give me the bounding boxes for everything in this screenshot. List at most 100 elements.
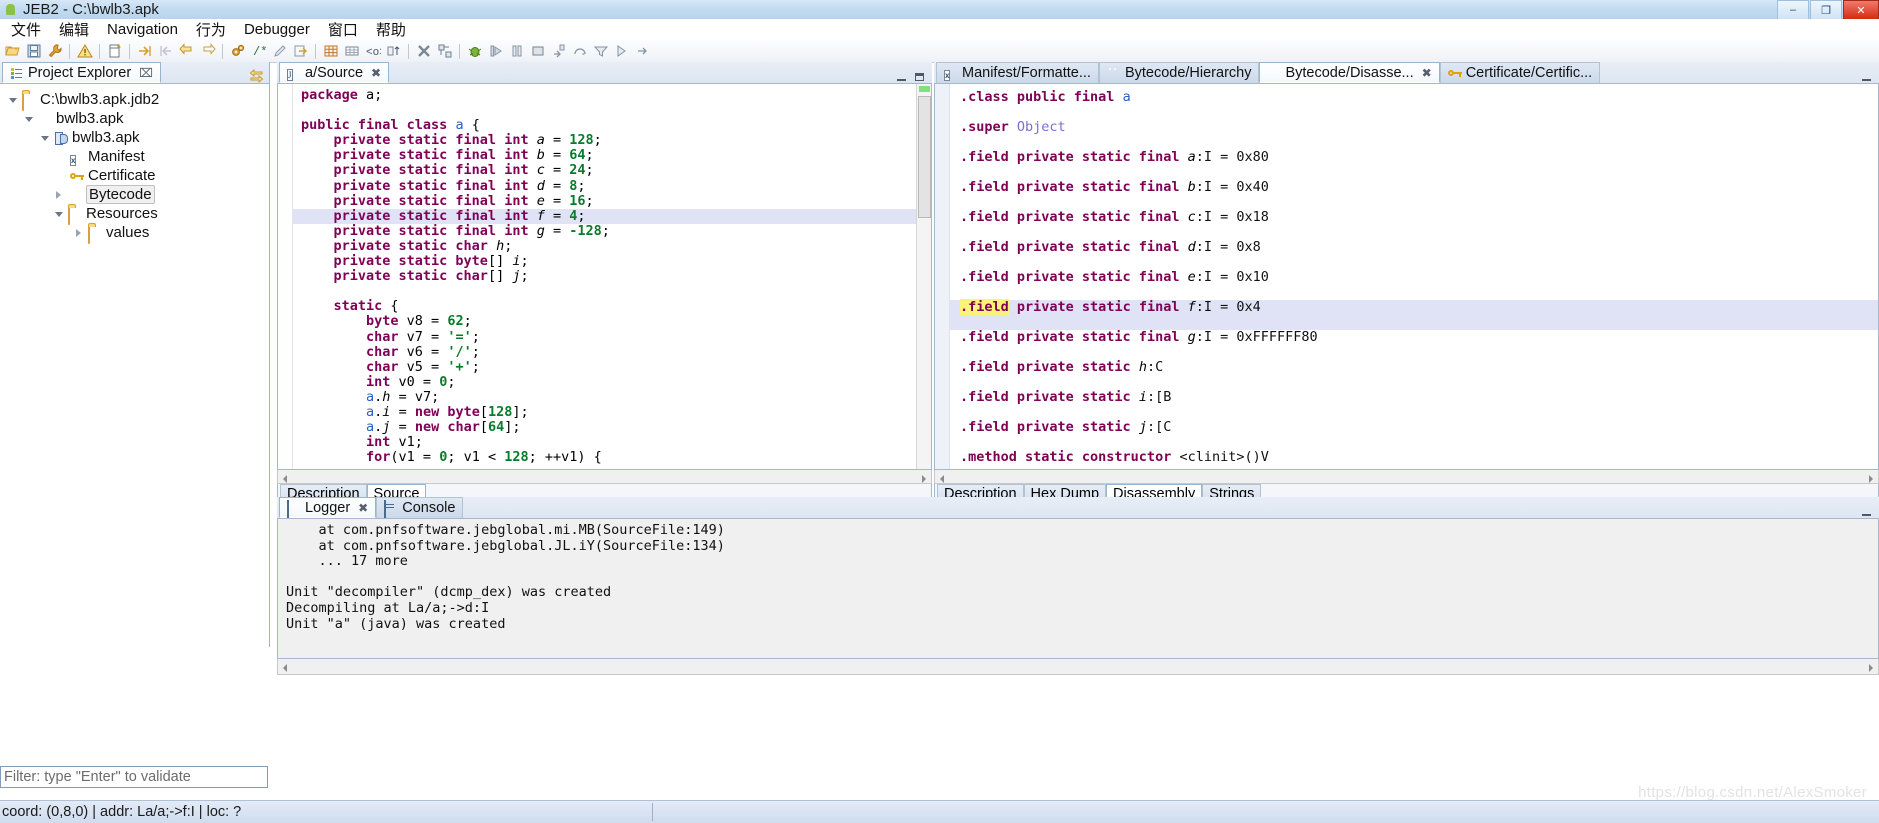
step-filter-icon[interactable] (591, 42, 610, 61)
code-token: h (1138, 359, 1147, 375)
bytecode-editor[interactable]: .class public final a .super Object .field… (934, 84, 1879, 470)
scroll-left-icon[interactable] (937, 471, 947, 483)
tree-item-apk-unit[interactable]: bwlb3.apk (4, 128, 269, 147)
minimize-icon[interactable] (1861, 72, 1873, 83)
logger-horizontal-scrollbar[interactable] (277, 659, 1879, 675)
close-icon[interactable]: ✖ (1422, 66, 1432, 80)
tab-manifest-formatted[interactable]: x Manifest/Formatte... (936, 62, 1099, 83)
table-icon[interactable] (321, 42, 340, 61)
grid-icon[interactable] (342, 42, 361, 61)
maximize-icon[interactable] (914, 72, 926, 83)
bytecode-code-area[interactable]: .class public final a .super Object .field… (950, 84, 1878, 469)
source-editor[interactable]: package a; public final class a { privat… (277, 84, 932, 470)
code-token: 64 (569, 147, 586, 164)
tab-project-explorer[interactable]: Project Explorer ⌧ (2, 62, 161, 83)
code-token: ; (520, 253, 529, 270)
link-with-editor-icon[interactable] (249, 68, 264, 84)
bytecode-horizontal-scrollbar[interactable] (934, 470, 1879, 484)
menu-file[interactable]: 文件 (2, 18, 50, 41)
menu-edit[interactable]: 编辑 (50, 18, 98, 41)
menu-window[interactable]: 窗口 (319, 18, 367, 41)
close-icon[interactable]: ⌧ (139, 66, 153, 80)
pause-icon[interactable] (507, 42, 526, 61)
comment-icon[interactable]: /* (249, 42, 268, 61)
twisty-closed-icon[interactable] (54, 190, 64, 200)
code-token: :I = 0xFFFFFF80 (1195, 329, 1318, 345)
source-tabstrip: J a/Source ✖ (277, 62, 932, 84)
tree-item-manifest[interactable]: x Manifest (4, 147, 269, 166)
back-arrow-icon[interactable] (177, 42, 196, 61)
tab-console[interactable]: Console (376, 497, 464, 518)
tree-item-values[interactable]: values (4, 223, 269, 244)
twisty-open-icon[interactable] (54, 209, 64, 219)
code-token: ; (585, 147, 594, 164)
tree-item-resources[interactable]: Resources (4, 204, 269, 225)
tab-bytecode-disassembly[interactable]: Bytecode/Disasse... ✖ (1259, 62, 1440, 83)
menu-navigation[interactable]: Navigation (98, 20, 187, 39)
code-token: .field private static final (960, 239, 1188, 255)
window-close-button[interactable]: ✕ (1843, 0, 1879, 20)
forward-arrow-icon[interactable] (198, 42, 217, 61)
source-scroll-thumb[interactable] (918, 96, 931, 218)
scroll-left-icon[interactable] (280, 471, 290, 483)
twisty-open-icon[interactable] (8, 95, 18, 105)
rename-icon[interactable] (270, 42, 289, 61)
tab-logger[interactable]: Logger ✖ (279, 497, 377, 518)
scroll-right-icon[interactable] (1866, 471, 1876, 483)
source-vertical-scrollbar[interactable] (916, 84, 931, 469)
window-maximize-button[interactable]: ❐ (1810, 0, 1842, 20)
code-line: .field private static h:C (950, 360, 1878, 390)
minimize-icon[interactable] (896, 72, 908, 83)
tab-certificate[interactable]: Certificate/Certific... (1439, 62, 1601, 83)
save-icon[interactable] (24, 42, 43, 61)
code-line: .field private static final g:I = 0xFFFF… (950, 330, 1878, 360)
goto-forward-icon[interactable] (135, 42, 154, 61)
open-icon[interactable] (3, 42, 22, 61)
step-return-icon[interactable] (549, 42, 568, 61)
terminate-icon[interactable] (414, 42, 433, 61)
code-line: .field private static final e:I = 0x10 (950, 270, 1878, 300)
twisty-open-icon[interactable] (24, 114, 34, 124)
scroll-right-icon[interactable] (919, 471, 929, 483)
step-over-icon[interactable] (570, 42, 589, 61)
tab-bytecode-disassembly-label: Bytecode/Disasse... (1285, 64, 1414, 81)
filter-input[interactable]: Filter: type "Enter" to validate (0, 766, 268, 788)
scroll-left-icon[interactable] (280, 660, 290, 672)
source-code-area[interactable]: package a; public final class a { privat… (293, 84, 931, 469)
code-icon[interactable]: <o> (363, 42, 382, 61)
warning-icon[interactable] (75, 42, 94, 61)
code-token: ; (577, 177, 586, 194)
tab-certificate-label: Certificate/Certific... (1465, 65, 1593, 81)
disconnect-icon[interactable] (435, 42, 454, 61)
stop-icon[interactable] (528, 42, 547, 61)
tree-item-apk[interactable]: bwlb3.apk (4, 109, 269, 128)
window-minimize-button[interactable]: – (1777, 0, 1809, 20)
tab-a-source[interactable]: J a/Source ✖ (279, 62, 390, 83)
sort-icon[interactable] (384, 42, 403, 61)
gears-icon[interactable] (228, 42, 247, 61)
tree-item-label: bwlb3.apk (56, 110, 124, 127)
step-into-icon[interactable] (486, 42, 505, 61)
close-icon[interactable]: ✖ (371, 66, 381, 80)
run-icon[interactable] (633, 42, 652, 61)
goto-back-icon[interactable] (156, 42, 175, 61)
new-document-icon[interactable] (105, 42, 124, 61)
tree-item-project-root[interactable]: C:\bwlb3.apk.jdb2 (4, 90, 269, 111)
resume-icon[interactable] (612, 42, 631, 61)
wrench-icon[interactable] (45, 42, 64, 61)
twisty-closed-icon[interactable] (74, 228, 84, 238)
scroll-right-icon[interactable] (1866, 660, 1876, 672)
menu-debugger[interactable]: Debugger (235, 20, 319, 39)
code-line: .field private static final c:I = 0x18 (950, 210, 1878, 240)
source-horizontal-scrollbar[interactable] (277, 470, 932, 484)
menu-help[interactable]: 帮助 (367, 18, 415, 41)
minimize-icon[interactable] (1861, 507, 1873, 518)
tree-item-certificate[interactable]: Certificate (4, 166, 269, 185)
tab-bytecode-hierarchy[interactable]: Bytecode/Hierarchy (1098, 62, 1260, 83)
close-icon[interactable]: ✖ (358, 501, 368, 515)
debug-icon[interactable] (465, 42, 484, 61)
tree-item-bytecode[interactable]: Bytecode (4, 185, 269, 204)
jump-icon[interactable] (291, 42, 310, 61)
twisty-open-icon[interactable] (40, 133, 50, 143)
menu-action[interactable]: 行为 (187, 18, 235, 41)
